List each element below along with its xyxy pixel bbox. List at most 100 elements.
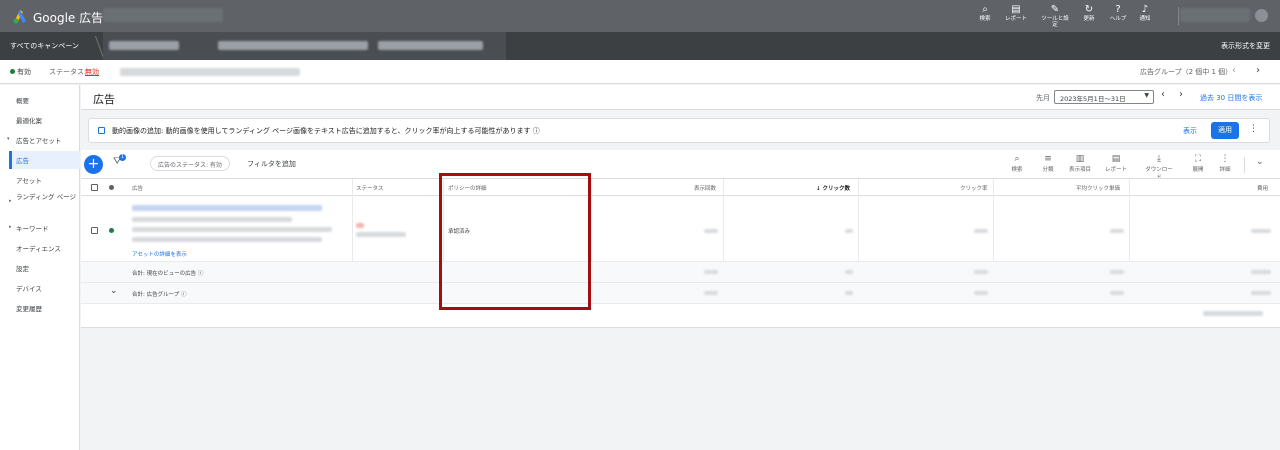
sidebar-item-settings[interactable]: 設定 [16, 263, 29, 273]
adgroup-count: 広告グループ（2 個中 1 個） [1140, 68, 1233, 76]
download-icon: ⤓ [1157, 154, 1161, 164]
table-row[interactable]: アセットの詳細を表示 承認済み [81, 197, 1280, 261]
sidebar-item-assets[interactable]: アセット [16, 175, 42, 185]
chevron-right-icon[interactable]: › [1256, 65, 1260, 76]
google-ads-logo-icon[interactable] [12, 8, 28, 24]
all-campaigns-link[interactable]: すべてのキャンペーン [10, 41, 79, 51]
sidebar-item-ads[interactable]: 広告 [16, 155, 29, 165]
banner-show-button[interactable]: 表示 [1183, 126, 1197, 136]
chevron-left-icon[interactable]: ‹ [1161, 89, 1165, 100]
more-vert-icon[interactable]: ⋮ [1249, 124, 1258, 134]
status-filter-chip[interactable]: 広告のステータス: 有効 [150, 156, 230, 171]
chevron-down-icon[interactable]: ⌄ [110, 286, 118, 296]
pagination-redacted [1203, 311, 1263, 316]
refresh-icon: ↻ [1084, 4, 1094, 15]
tool-columns[interactable]: ▥ 表示項目 [1064, 153, 1096, 173]
sidebar: 概要 最適化案 ▾ 広告とアセット 広告 アセット ▸ ランディング ページ ▸… [0, 85, 80, 450]
avatar[interactable] [1255, 9, 1268, 22]
add-filter-button[interactable]: フィルタを追加 [247, 159, 296, 169]
total-view-label: 合計: 現在のビューの広告 ⓘ [132, 271, 204, 277]
enabled-status-dot [10, 69, 15, 74]
sidebar-item-recommendations[interactable]: 最適化案 [16, 115, 42, 125]
tool-search[interactable]: ⌕ 検索 [1001, 153, 1033, 173]
col-clicks[interactable]: ↓ クリック数 [816, 184, 850, 192]
sidebar-item-devices[interactable]: デバイス [16, 283, 42, 293]
topnav-tools[interactable]: ✎ ツールと設定 [1040, 4, 1070, 28]
enabled-status-dot [109, 228, 114, 233]
table-header-row: 広告 ステータス ポリシーの詳細 表示回数 ↓ クリック数 クリック率 平均クリ… [81, 178, 1280, 196]
topnav-search[interactable]: ⌕ 検索 [970, 4, 1000, 22]
ad-description-redacted [132, 227, 332, 232]
sidebar-item-overview[interactable]: 概要 [16, 95, 29, 105]
reports-icon: ▤ [1011, 4, 1021, 15]
col-impressions[interactable]: 表示回数 [694, 184, 716, 192]
more-vert-icon: ⋮ [1220, 154, 1230, 164]
date-range-value: 2023年5月1日～31日 [1060, 95, 1126, 103]
columns-icon: ▥ [1075, 154, 1085, 164]
enabled-label[interactable]: 有効 [17, 67, 31, 77]
sidebar-item-audiences[interactable]: オーディエンス [16, 243, 61, 253]
banner-apply-button[interactable]: 適用 [1211, 122, 1239, 139]
banner-text: 動的画像の追加: 動的画像を使用してランディング ページ画像をテキスト広告に追加… [112, 127, 540, 135]
add-button[interactable]: + [84, 155, 103, 174]
row-checkbox[interactable] [91, 227, 98, 234]
select-all-checkbox[interactable] [91, 184, 98, 191]
view-toggle-button[interactable]: 表示形式を変更 [1221, 41, 1270, 51]
sidebar-item-landing-pages[interactable]: ランディング ページ [16, 194, 76, 201]
topnav-refresh[interactable]: ↻ 更新 [1074, 4, 1104, 22]
col-cost[interactable]: 費用 [1257, 184, 1268, 192]
show-last-30-days-link[interactable]: 過去 30 日間を表示 [1200, 93, 1262, 103]
search-icon: ⌕ [982, 4, 988, 15]
breadcrumb-tabs[interactable] [103, 32, 506, 60]
caret-down-icon: ▾ [7, 136, 10, 142]
adgroup-clicks-redacted [845, 291, 853, 295]
total-ctr-redacted [974, 270, 988, 274]
topnav-help[interactable]: ? ヘルプ [1103, 4, 1133, 22]
col-status[interactable]: ステータス [356, 184, 384, 192]
asset-details-link[interactable]: アセットの詳細を表示 [132, 250, 187, 258]
page-title: 広告 [93, 93, 115, 106]
breadcrumb-separator [85, 36, 105, 58]
bell-icon: ♪ [1141, 4, 1149, 15]
search-icon: ⌕ [1014, 154, 1020, 164]
tool-download[interactable]: ⤓ ダウンロード [1143, 153, 1175, 181]
account-name-redacted [103, 8, 223, 22]
recommendation-banner: 動的画像の追加: 動的画像を使用してランディング ページ画像をテキスト広告に追加… [88, 118, 1270, 143]
filter-count-badge: 1 [119, 154, 126, 161]
sidebar-item-ads-assets[interactable]: 広告とアセット [16, 135, 61, 145]
topnav-reports[interactable]: ▤ レポート [1001, 4, 1031, 22]
row-divider [81, 303, 1280, 304]
sidebar-item-change-history[interactable]: 変更履歴 [16, 303, 42, 313]
tools-icon: ✎ [1050, 4, 1060, 15]
account-info-redacted[interactable] [1180, 8, 1250, 22]
clicks-redacted [845, 229, 853, 233]
chevron-right-icon[interactable]: › [1179, 89, 1183, 100]
chevron-down-icon[interactable]: ⌄ [1256, 157, 1264, 167]
table-row-total-view: 合計: 現在のビューの広告 ⓘ [81, 262, 1280, 282]
policy-column-highlight [439, 173, 591, 310]
campaign-name-redacted [109, 41, 179, 50]
sidebar-item-keywords[interactable]: キーワード [16, 223, 49, 233]
col-avg-cpc[interactable]: 平均クリック単価 [1076, 184, 1120, 192]
total-cpc-redacted [1110, 270, 1124, 274]
adgroup-name-redacted [218, 41, 368, 50]
tool-reports[interactable]: ▤ レポート [1100, 153, 1132, 173]
caret-right-icon: ▸ [9, 224, 12, 230]
col-ad[interactable]: 広告 [132, 184, 143, 192]
date-range-select[interactable]: 2023年5月1日～31日 ▼ [1054, 90, 1154, 104]
caret-down-icon: ▼ [1144, 92, 1149, 99]
segment-icon: ≡ [1044, 154, 1052, 164]
ad-url-redacted [132, 217, 292, 222]
table-row-total-adgroup: ⌄ 合計: 広告グループ ⓘ [81, 283, 1280, 303]
col-ctr[interactable]: クリック率 [960, 184, 988, 192]
status-label: ステータス: [49, 68, 87, 76]
tool-segment[interactable]: ≡ 分類 [1032, 153, 1064, 173]
topnav-notifications[interactable]: ♪ 通知 [1130, 4, 1160, 22]
ad-name-redacted [378, 41, 483, 50]
campaign-bar: すべてのキャンペーン 表示形式を変更 [0, 32, 1280, 60]
tool-more[interactable]: ⋮ 詳細 [1209, 153, 1241, 173]
chevron-left-icon[interactable]: ‹ [1232, 65, 1236, 76]
cost-redacted [1251, 229, 1271, 233]
status-value[interactable]: 無効 [85, 67, 99, 77]
status-value-redacted [356, 223, 364, 228]
